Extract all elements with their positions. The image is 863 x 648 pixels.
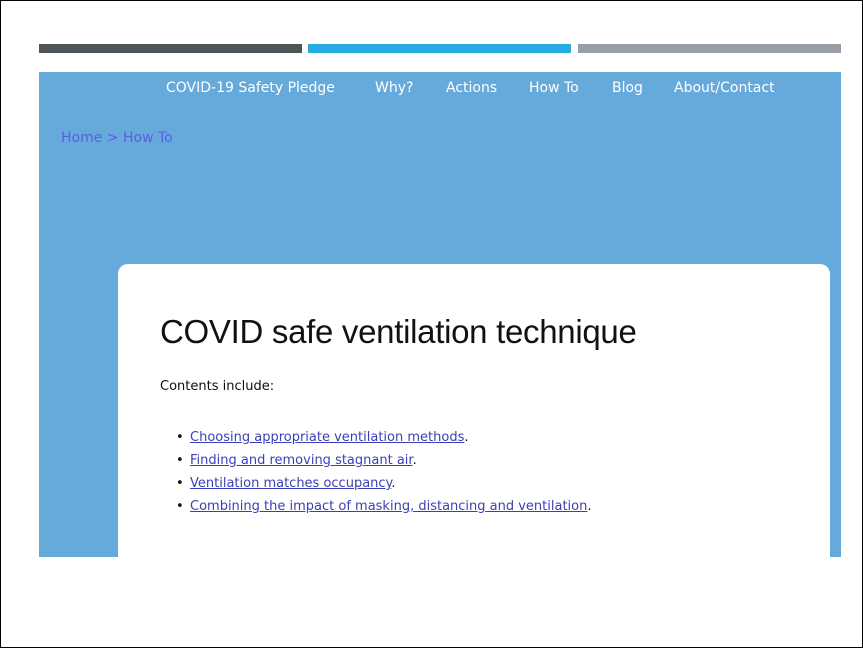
list-item-suffix: . (412, 453, 417, 468)
contents-link-occupancy[interactable]: Ventilation matches occupancy (190, 476, 391, 491)
list-item: • Combining the impact of masking, dista… (176, 495, 592, 518)
site-header: COVID-19 Safety Pledge Why? Actions How … (39, 72, 841, 557)
list-item: • Finding and removing stagnant air. (176, 449, 592, 472)
breadcrumb: Home > How To (61, 128, 173, 148)
top-navigation: COVID-19 Safety Pledge Why? Actions How … (39, 77, 841, 99)
bullet-icon: • (176, 453, 184, 468)
list-item: • Choosing appropriate ventilation metho… (176, 426, 592, 449)
nav-item-why[interactable]: Why? (375, 77, 413, 99)
top-stripe-dark (39, 44, 302, 53)
contents-link-stagnant-air[interactable]: Finding and removing stagnant air (190, 453, 413, 468)
nav-item-pledge[interactable]: COVID-19 Safety Pledge (166, 77, 335, 99)
list-item: • Ventilation matches occupancy. (176, 472, 592, 495)
contents-intro: Contents include: (160, 379, 275, 394)
breadcrumb-current[interactable]: How To (123, 130, 173, 146)
list-item-suffix: . (587, 499, 592, 514)
bullet-icon: • (176, 499, 184, 514)
list-item-suffix: . (391, 476, 396, 491)
nav-item-actions[interactable]: Actions (446, 77, 497, 99)
top-stripe-blue (308, 44, 571, 53)
page-title: COVID safe ventilation technique (160, 313, 637, 350)
bullet-icon: • (176, 430, 184, 445)
top-stripe-gray (578, 44, 841, 53)
bullet-icon: • (176, 476, 184, 491)
breadcrumb-separator: > (106, 130, 119, 146)
contents-list: • Choosing appropriate ventilation metho… (176, 426, 592, 518)
nav-item-how-to[interactable]: How To (529, 77, 579, 99)
content-card: COVID safe ventilation technique Content… (118, 264, 830, 557)
nav-item-blog[interactable]: Blog (612, 77, 643, 99)
nav-item-about-contact[interactable]: About/Contact (674, 77, 775, 99)
breadcrumb-home[interactable]: Home (61, 130, 102, 146)
list-item-suffix: . (464, 430, 469, 445)
contents-link-ventilation-methods[interactable]: Choosing appropriate ventilation methods (190, 430, 464, 445)
contents-link-combined-impact[interactable]: Combining the impact of masking, distanc… (190, 499, 587, 514)
